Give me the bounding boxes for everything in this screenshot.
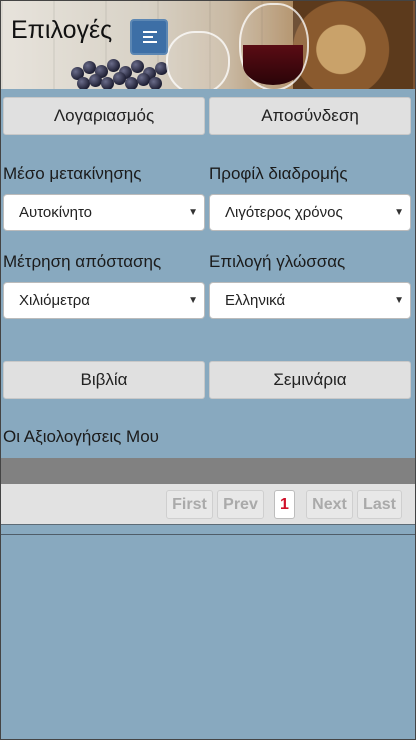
route-profile-label: Προφίλ διαδρομής <box>209 164 348 183</box>
my-ratings-title: Οι Αξιολογήσεις Μου <box>3 427 159 446</box>
transport-label: Μέσο μετακίνησης <box>3 164 142 183</box>
language-select[interactable]: Ελληνικά ▼ <box>209 282 411 319</box>
chevron-down-icon: ▼ <box>188 207 198 218</box>
header-banner: Επιλογές <box>1 1 415 89</box>
chevron-down-icon: ▼ <box>394 207 404 218</box>
app-frame: Επιλογές Λογαριασμός Αποσύνδεση Μέσο μετ… <box>0 0 416 740</box>
divider <box>1 534 415 535</box>
menu-button[interactable] <box>130 19 168 55</box>
transport-value: Αυτοκίνητο <box>19 204 92 221</box>
distance-value: Χιλιόμετρα <box>19 292 90 309</box>
page-1-button[interactable]: 1 <box>274 490 295 519</box>
route-profile-value: Λιγότερος χρόνος <box>225 204 343 221</box>
prev-page-button[interactable]: Prev <box>217 490 264 519</box>
language-label: Επιλογή γλώσσας <box>209 252 346 271</box>
first-page-button[interactable]: First <box>166 490 213 519</box>
language-value: Ελληνικά <box>225 292 286 309</box>
seminars-button[interactable]: Σεμινάρια <box>209 361 411 399</box>
chevron-down-icon: ▼ <box>394 295 404 306</box>
logout-button[interactable]: Αποσύνδεση <box>209 97 411 135</box>
ratings-table-header <box>1 458 415 484</box>
distance-select[interactable]: Χιλιόμετρα ▼ <box>3 282 205 319</box>
distance-label: Μέτρηση απόστασης <box>3 252 162 271</box>
books-button[interactable]: Βιβλία <box>3 361 205 399</box>
account-button[interactable]: Λογαριασμός <box>3 97 205 135</box>
transport-select[interactable]: Αυτοκίνητο ▼ <box>3 194 205 231</box>
wine-glass-image <box>166 31 230 89</box>
next-page-button[interactable]: Next <box>306 490 353 519</box>
wine-image <box>243 45 303 85</box>
route-profile-select[interactable]: Λιγότερος χρόνος ▼ <box>209 194 411 231</box>
last-page-button[interactable]: Last <box>357 490 402 519</box>
pagination: First Prev 1 Next Last <box>1 484 415 525</box>
grapes-image <box>71 57 181 89</box>
barrel-image <box>293 1 413 89</box>
page-title: Επιλογές <box>11 16 113 44</box>
chevron-down-icon: ▼ <box>188 295 198 306</box>
